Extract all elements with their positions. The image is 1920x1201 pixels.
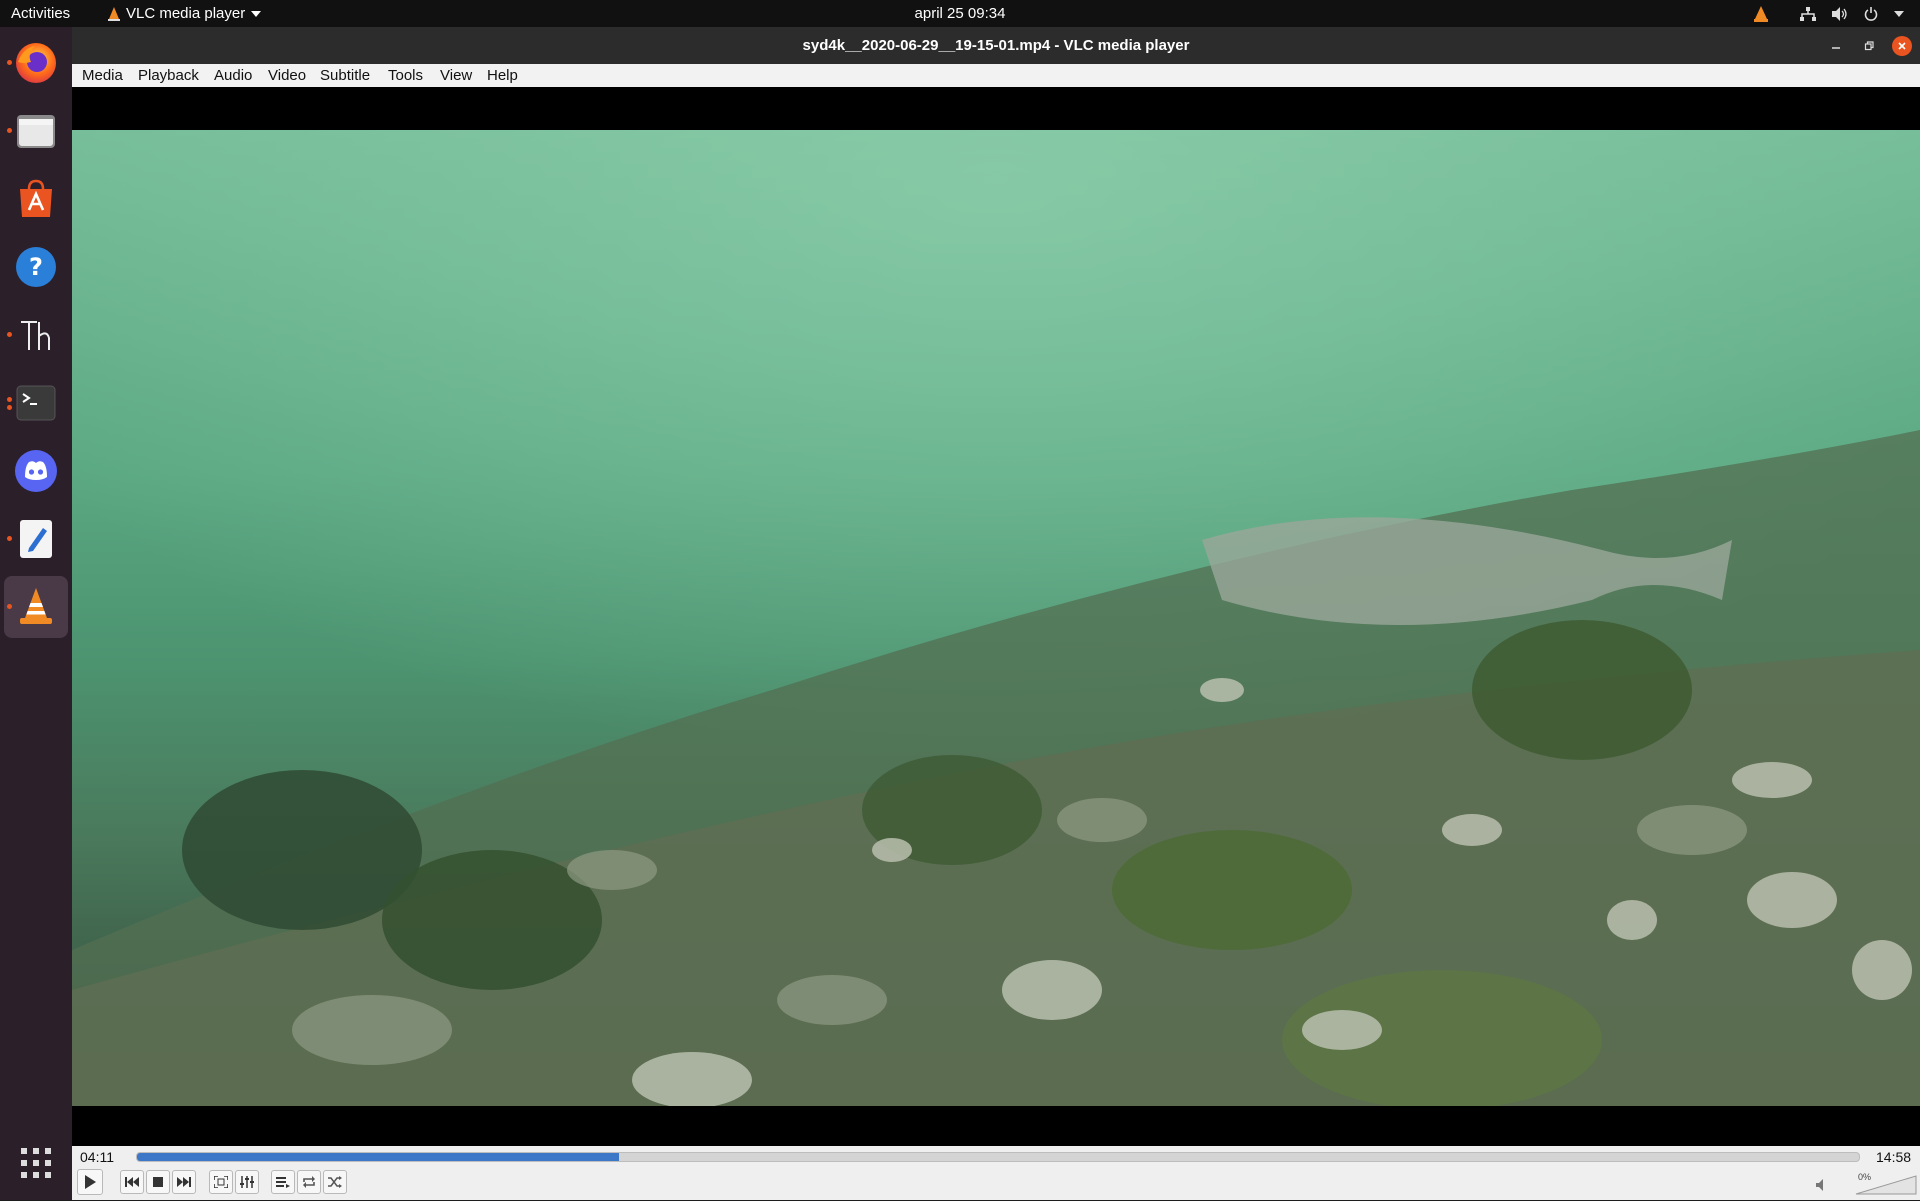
dock-item-software[interactable] xyxy=(4,168,68,230)
vlc-window: syd4k__2020-06-29__19-15-01.mp4 - VLC me… xyxy=(72,27,1920,1200)
restore-icon xyxy=(1864,41,1874,51)
stop-icon xyxy=(153,1177,163,1187)
title-bar[interactable]: syd4k__2020-06-29__19-15-01.mp4 - VLC me… xyxy=(72,27,1920,64)
discord-icon xyxy=(15,450,57,492)
extended-settings-button[interactable] xyxy=(235,1170,259,1194)
dock-item-terminal[interactable] xyxy=(4,372,68,434)
volume-level: 0% xyxy=(1858,1172,1872,1182)
system-tray[interactable] xyxy=(1754,0,1904,27)
seek-slider[interactable] xyxy=(136,1152,1860,1162)
shuffle-icon xyxy=(328,1176,342,1188)
network-icon[interactable] xyxy=(1800,6,1816,21)
dock-item-vlc[interactable] xyxy=(4,576,68,638)
seek-progress xyxy=(137,1153,620,1161)
video-frame[interactable] xyxy=(72,130,1920,1106)
vlc-tray-icon[interactable] xyxy=(1754,5,1768,22)
next-button[interactable] xyxy=(172,1170,196,1194)
software-center-icon xyxy=(20,179,52,217)
total-time[interactable]: 14:58 xyxy=(1876,1148,1911,1166)
dock: ? xyxy=(0,27,72,1200)
dock-item-files[interactable] xyxy=(4,100,68,162)
vlc-small-icon xyxy=(108,6,120,21)
close-button[interactable] xyxy=(1892,36,1912,56)
playlist-button[interactable] xyxy=(271,1170,295,1194)
next-icon xyxy=(177,1177,191,1187)
play-button[interactable] xyxy=(77,1169,103,1195)
app-menu[interactable]: VLC media player xyxy=(108,0,262,27)
text-editor-icon xyxy=(20,520,52,558)
menu-media[interactable]: Media xyxy=(79,64,126,87)
dock-item-firefox[interactable] xyxy=(4,32,68,94)
svg-text:?: ? xyxy=(29,253,43,281)
player-controls: 04:11 14:58 0% xyxy=(72,1146,1920,1200)
dock-item-text-editor[interactable] xyxy=(4,508,68,570)
thonny-icon xyxy=(21,321,50,350)
terminal-icon xyxy=(16,385,56,421)
menu-help[interactable]: Help xyxy=(484,64,521,87)
running-indicator xyxy=(7,397,12,402)
running-indicator xyxy=(7,536,12,541)
minimize-button[interactable] xyxy=(1826,36,1846,56)
running-indicator xyxy=(7,60,12,65)
close-icon xyxy=(1898,42,1906,50)
show-applications-button[interactable] xyxy=(4,1132,68,1194)
play-icon xyxy=(85,1175,96,1189)
menu-view[interactable]: View xyxy=(437,64,475,87)
loop-button[interactable] xyxy=(297,1170,321,1194)
clock[interactable]: april 25 09:34 xyxy=(915,5,1006,22)
menu-playback[interactable]: Playback xyxy=(135,64,202,87)
previous-icon xyxy=(125,1177,139,1187)
app-menu-label: VLC media player xyxy=(126,5,246,22)
fullscreen-icon xyxy=(214,1176,228,1188)
window-title: syd4k__2020-06-29__19-15-01.mp4 - VLC me… xyxy=(802,37,1190,54)
files-icon xyxy=(17,115,55,148)
dock-item-help[interactable]: ? xyxy=(4,236,68,298)
running-indicator xyxy=(7,604,12,609)
menu-bar: Media Playback Audio Video Subtitle Tool… xyxy=(72,64,1920,88)
running-indicator xyxy=(7,405,12,410)
menu-video[interactable]: Video xyxy=(265,64,309,87)
maximize-button[interactable] xyxy=(1859,36,1879,56)
playlist-icon xyxy=(276,1177,290,1188)
running-indicator xyxy=(7,332,12,337)
menu-subtitle[interactable]: Subtitle xyxy=(317,64,373,87)
running-indicator xyxy=(7,128,12,133)
chevron-down-icon[interactable] xyxy=(1894,10,1904,17)
elapsed-time[interactable]: 04:11 xyxy=(80,1148,114,1166)
vlc-icon xyxy=(20,588,52,624)
show-applications-icon xyxy=(21,1148,51,1178)
mute-icon[interactable] xyxy=(1816,1179,1828,1191)
stop-button[interactable] xyxy=(146,1170,170,1194)
loop-icon xyxy=(303,1176,315,1188)
chevron-down-icon xyxy=(251,10,262,17)
activities-button[interactable]: Activities xyxy=(11,0,70,27)
video-area[interactable] xyxy=(72,87,1920,1166)
dock-item-thonny[interactable] xyxy=(4,304,68,366)
top-bar: Activities VLC media player april 25 09:… xyxy=(0,0,1920,27)
firefox-icon xyxy=(16,43,56,83)
menu-audio[interactable]: Audio xyxy=(211,64,255,87)
fullscreen-button[interactable] xyxy=(209,1170,233,1194)
power-icon[interactable] xyxy=(1864,6,1878,21)
minimize-icon xyxy=(1832,47,1840,49)
help-icon: ? xyxy=(16,247,56,287)
menu-tools[interactable]: Tools xyxy=(385,64,426,87)
volume-icon[interactable] xyxy=(1832,6,1848,21)
dock-item-discord[interactable] xyxy=(4,440,68,502)
extended-settings-icon xyxy=(240,1176,254,1188)
previous-button[interactable] xyxy=(120,1170,144,1194)
shuffle-button[interactable] xyxy=(323,1170,347,1194)
